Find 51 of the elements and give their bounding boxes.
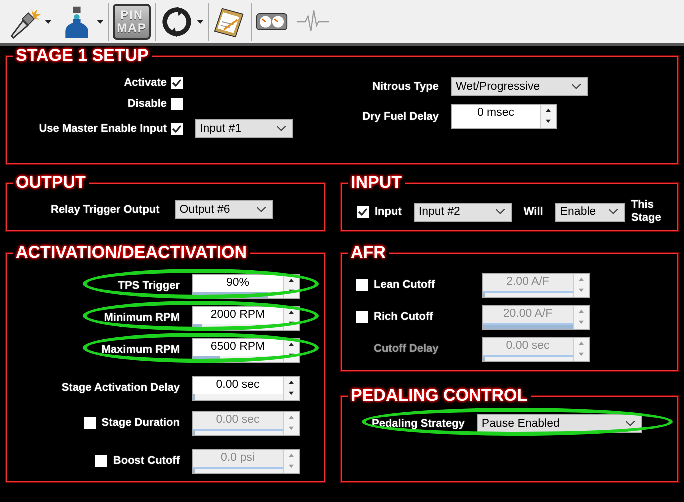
up-arrow-icon[interactable] [545, 108, 552, 113]
field-label: This Stage [631, 199, 662, 225]
field-label: Dry Fuel Delay [362, 110, 439, 122]
dropdown[interactable]: Enable [555, 202, 626, 222]
field-label: Input [375, 206, 402, 218]
down-arrow-icon[interactable] [288, 352, 295, 358]
spin-field[interactable]: 0.00 sec [192, 376, 300, 400]
down-arrow-icon[interactable] [288, 320, 295, 326]
dropdown[interactable]: Input #1 [195, 119, 293, 138]
chevron-icon [572, 84, 581, 90]
checkbox[interactable] [171, 77, 183, 89]
dropdown[interactable]: Wet/Progressive [451, 77, 588, 96]
field-label: Rich Cutoff [374, 311, 434, 323]
up-arrow-icon[interactable] [288, 310, 295, 314]
field-label: Will [524, 206, 544, 218]
dropdown[interactable]: Output #6 [174, 200, 273, 219]
down-arrow-icon[interactable] [288, 390, 295, 396]
field-label: Relay Trigger Output [51, 204, 160, 216]
chevron-icon [626, 420, 635, 426]
spin-field[interactable]: 0 msec [451, 104, 557, 129]
caret-icon [45, 20, 52, 24]
field-label: Minimum RPM [104, 312, 180, 324]
caret-icon [97, 20, 104, 24]
refresh-icon [160, 4, 194, 38]
checkbox[interactable] [171, 98, 183, 110]
field-label: Stage Activation Delay [62, 382, 180, 394]
checkbox[interactable] [357, 206, 369, 218]
chevron-icon [277, 126, 286, 132]
up-arrow-icon[interactable] [288, 380, 295, 384]
field-label: Boost Cutoff [113, 455, 180, 467]
dropdown[interactable]: Pause Enabled [476, 414, 642, 433]
up-arrow-icon[interactable] [288, 278, 295, 282]
caret-icon [197, 20, 204, 24]
field-label: Cutoff Delay [373, 343, 440, 355]
field-label: Stage Duration [102, 417, 180, 429]
down-arrow-icon[interactable] [545, 119, 552, 124]
field-label: Lean Cutoff [374, 279, 436, 291]
field-label: Use Master Enable Input [38, 122, 167, 134]
checkbox[interactable] [171, 122, 183, 134]
chevron-icon [256, 206, 266, 212]
chevron-icon [609, 209, 618, 215]
field-label: Disable [126, 98, 167, 110]
up-arrow-icon[interactable] [288, 342, 295, 346]
dropdown[interactable]: Input #2 [414, 202, 512, 222]
field-label: Nitrous Type [372, 80, 439, 92]
chevron-icon [496, 209, 505, 215]
field-label: Maximum RPM [102, 344, 180, 356]
field-label: TPS Trigger [118, 280, 180, 292]
down-arrow-icon[interactable] [288, 288, 295, 294]
field-label: Activate [123, 77, 167, 89]
field-label: Pedaling Strategy [372, 418, 465, 430]
